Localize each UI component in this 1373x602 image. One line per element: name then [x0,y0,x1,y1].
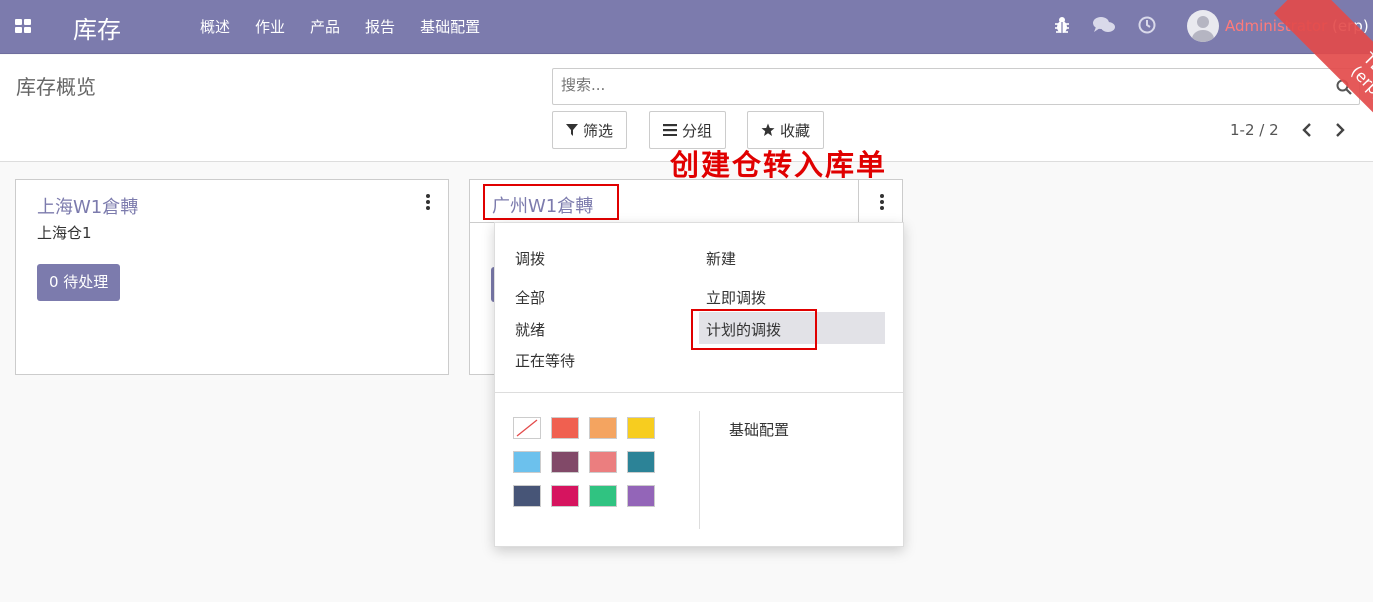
breadcrumb: 库存概览 [16,75,96,99]
highlight-box [483,184,619,220]
bug-icon[interactable] [1054,16,1070,34]
kebab-icon[interactable] [418,192,438,214]
menu-item-configuration[interactable]: 基础配置 [420,16,480,37]
color-swatch[interactable] [551,451,579,473]
kebab-icon[interactable] [872,192,892,214]
color-swatch[interactable] [589,485,617,507]
search-icon[interactable] [1336,79,1352,95]
filter-button[interactable]: 筛选 [552,111,628,149]
user-db: (erp) [1332,17,1369,35]
warehouse-card[interactable]: 上海W1倉轉 上海仓1 0 待处理 [15,179,449,375]
search-box [552,68,1360,105]
menu-item-immediate-transfer[interactable]: 立即调拨 [706,287,766,308]
no-color-swatch[interactable] [513,417,541,439]
user-menu[interactable]: Administrator (erp) [1225,17,1369,35]
color-swatch[interactable] [589,417,617,439]
card-dropdown-menu: 调拨 全部 就绪 正在等待 新建 立即调拨 计划的调拨 基础配置 [494,222,904,547]
clock-icon[interactable] [1138,16,1156,34]
filter-label: 筛选 [583,121,614,140]
group-icon [663,124,677,136]
search-input[interactable] [561,76,1261,94]
chevron-right-icon[interactable] [1329,119,1351,141]
group-label: 分组 [682,121,713,140]
divider [699,411,700,529]
transfers-header: 调拨 [515,250,546,268]
star-icon [761,123,775,136]
annotation-label: 创建仓转入库单 [670,148,888,182]
card-title[interactable]: 上海W1倉轉 [37,193,138,219]
pending-button[interactable]: 0 待处理 [37,264,121,301]
chevron-left-icon[interactable] [1296,119,1318,141]
avatar[interactable] [1187,10,1219,42]
color-swatch[interactable] [627,417,655,439]
menu-item-operations[interactable]: 作业 [255,16,285,37]
menu-item-reporting[interactable]: 报告 [365,16,395,37]
user-name: Administrator [1225,17,1328,35]
menu-item-settings[interactable]: 基础配置 [729,419,789,440]
apps-icon[interactable] [15,19,31,33]
chat-icon[interactable] [1093,16,1115,34]
favorites-label: 收藏 [780,121,811,140]
card-subtitle: 上海仓1 [37,224,92,242]
color-swatch[interactable] [551,417,579,439]
color-swatch[interactable] [627,451,655,473]
new-header: 新建 [706,250,737,268]
color-swatch[interactable] [627,485,655,507]
main-menu: 概述 作业 产品 报告 基础配置 [200,16,505,37]
top-navbar: 库存 概述 作业 产品 报告 基础配置 Administrator (erp) [0,0,1373,54]
color-swatch[interactable] [589,451,617,473]
pager-value[interactable]: 1-2 / 2 [1230,121,1279,139]
color-swatch[interactable] [513,451,541,473]
color-swatch[interactable] [513,485,541,507]
divider [495,392,903,393]
color-swatch[interactable] [551,485,579,507]
filter-icon [566,124,578,136]
menu-item-waiting[interactable]: 正在等待 [515,350,575,371]
menu-item-overview[interactable]: 概述 [200,16,230,37]
menu-item-products[interactable]: 产品 [310,16,340,37]
highlight-box [691,309,817,350]
app-title[interactable]: 库存 [73,10,121,45]
menu-item-all[interactable]: 全部 [515,287,545,308]
menu-item-ready[interactable]: 就绪 [515,319,545,340]
